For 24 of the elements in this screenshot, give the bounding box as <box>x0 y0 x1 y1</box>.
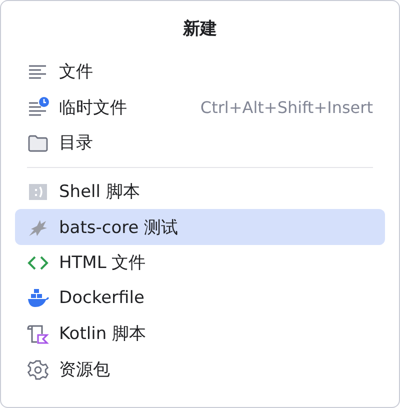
popup-title: 新建 <box>183 18 217 41</box>
item-label: Kotlin 脚本 <box>59 323 146 346</box>
item-label: 临时文件 <box>59 96 127 119</box>
text-clock-icon <box>27 96 49 118</box>
menu-item[interactable]: bats-core 测试 <box>15 209 385 245</box>
item-label: HTML 文件 <box>59 252 146 274</box>
shortcut-text: Ctrl+Alt+Shift+Insert <box>200 98 373 117</box>
whale-icon <box>27 287 49 310</box>
menu-item[interactable]: 文件 <box>15 54 385 90</box>
menu-item[interactable]: HTML 文件 <box>15 244 385 281</box>
menu-item[interactable]: 目录 <box>15 125 385 161</box>
script-icon <box>27 322 49 345</box>
menu-item[interactable]: Kotlin 脚本 <box>15 316 385 352</box>
menu-item[interactable]: Dockerfile <box>15 280 385 316</box>
menu-item[interactable]: 资源包 <box>15 352 385 388</box>
item-label: 资源包 <box>59 359 110 382</box>
item-label: Shell 脚本 <box>59 181 140 204</box>
item-label: 文件 <box>59 61 93 84</box>
settings-icon <box>27 358 49 381</box>
item-label: 目录 <box>59 132 93 154</box>
item-label: Dockerfile <box>59 288 144 308</box>
menu-item[interactable]: Shell 脚本 <box>15 174 385 210</box>
menu-item[interactable]: 临时文件 Ctrl+Alt+Shift+Insert <box>15 90 385 126</box>
item-label: bats-core 测试 <box>59 216 178 239</box>
